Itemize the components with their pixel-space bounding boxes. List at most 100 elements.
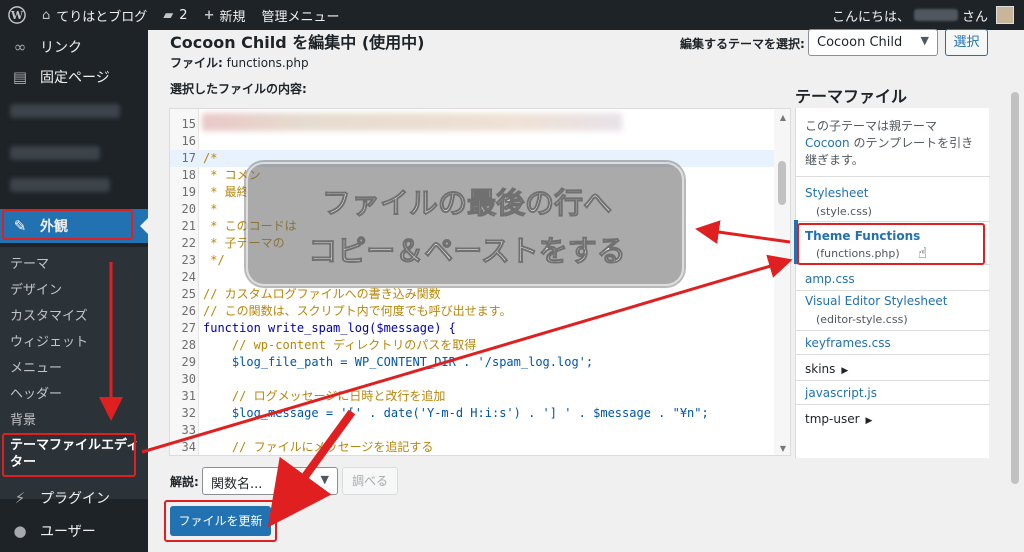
svg-text:W: W <box>10 9 24 22</box>
documentation-label: 解説: <box>170 475 199 489</box>
highlight-appearance <box>2 209 133 240</box>
scroll-down-icon[interactable]: ▼ <box>780 444 786 453</box>
folder-tmp-user[interactable]: tmp-user ▶ <box>805 412 872 426</box>
file-amp-css[interactable]: amp.css <box>805 272 855 286</box>
admin-menu-link[interactable]: 管理メニュー <box>253 0 347 30</box>
highlight-theme-functions <box>797 223 985 265</box>
code-line[interactable]: 25 // カスタムログファイルへの書き込み関数 <box>170 286 776 303</box>
theme-select[interactable]: Cocoon Child ▼ <box>808 29 938 56</box>
code-text: // ログメッセージに日時と改行を追加 <box>203 389 446 403</box>
page-title: Cocoon Child を編集中 (使用中) <box>170 33 425 52</box>
line-number: 34 <box>181 440 196 454</box>
sidebar-item-label: 固定ページ <box>40 70 110 86</box>
file-name: functions.php <box>226 56 309 70</box>
line-number: 24 <box>181 270 196 284</box>
comments-link[interactable]: ▰ 2 <box>155 0 195 30</box>
blurred-menu-item <box>10 178 110 192</box>
expand-triangle-icon: ▶ <box>841 366 849 376</box>
submenu-header[interactable]: ヘッダー <box>10 383 62 402</box>
comment-icon: ▰ <box>163 7 174 23</box>
parent-theme-link[interactable]: Cocoon <box>805 136 850 150</box>
code-line[interactable]: 27 function write_spam_log($message) { <box>170 320 776 337</box>
line-number: 21 <box>181 219 196 233</box>
file-stylesheet[interactable]: Stylesheet <box>805 186 868 200</box>
code-line[interactable]: 34 // ファイルにメッセージを追記する <box>170 439 776 455</box>
submenu-design[interactable]: デザイン <box>10 279 62 298</box>
code-line[interactable]: 26 // この関数は、スクリプト内で何度でも呼び出せます。 <box>170 303 776 320</box>
code-text: */ <box>203 253 225 267</box>
site-name-link[interactable]: ⌂ てりはとブログ <box>34 0 155 30</box>
code-text: * 最終 <box>203 185 249 199</box>
line-number: 20 <box>181 202 196 216</box>
editor-scroll-thumb[interactable] <box>778 161 786 205</box>
submenu-menus[interactable]: メニュー <box>10 357 62 376</box>
site-name: てりはとブログ <box>56 9 148 25</box>
blurred-menu-item <box>10 104 120 118</box>
line-number: 15 <box>181 117 196 131</box>
sidebar-item-pages[interactable]: ▤ 固定ページ <box>0 60 148 94</box>
scroll-up-icon[interactable]: ▲ <box>780 113 786 122</box>
sidebar-item-plugins[interactable]: ⚡ プラグイン <box>0 481 148 515</box>
wordpress-logo-icon[interactable]: W <box>0 0 34 30</box>
code-text: // この関数は、スクリプト内で何度でも呼び出せます。 <box>203 304 512 318</box>
code-text: $log_message = '[' . date('Y-m-d H:i:s')… <box>203 406 709 420</box>
plus-icon: + <box>203 7 215 23</box>
code-line[interactable]: 30 <box>170 371 776 388</box>
divider <box>796 330 990 331</box>
file-editor-style[interactable]: Visual Editor Stylesheet <box>805 294 947 308</box>
editor-scrollbar[interactable]: ▲ ▼ <box>774 109 790 455</box>
code-line[interactable]: 33 <box>170 422 776 439</box>
divider <box>796 290 990 291</box>
file-stylesheet-sub: (style.css) <box>816 205 872 218</box>
username-blurred <box>913 9 958 21</box>
code-line[interactable]: 15 <box>170 116 776 133</box>
submenu-background[interactable]: 背景 <box>10 409 36 428</box>
file-keyframes-css[interactable]: keyframes.css <box>805 336 891 350</box>
page-icon: ▤ <box>12 68 28 86</box>
my-account[interactable]: こんにちは、 さん <box>832 6 1024 25</box>
submenu-widgets[interactable]: ウィジェット <box>10 331 88 350</box>
code-line[interactable]: 31 // ログメッセージに日時と改行を追加 <box>170 388 776 405</box>
code-line[interactable]: 32 $log_message = '[' . date('Y-m-d H:i:… <box>170 405 776 422</box>
theme-select-label: 編集するテーマを選択: <box>680 37 805 51</box>
lookup-button[interactable]: 調べる <box>342 467 398 495</box>
new-content-link[interactable]: + 新規 <box>196 0 254 30</box>
code-text: // ファイルにメッセージを追記する <box>203 440 434 454</box>
home-icon: ⌂ <box>42 7 51 23</box>
sidebar-item-users[interactable]: ● ユーザー <box>0 514 148 548</box>
function-name-select[interactable]: 関数名... ▼ <box>202 467 338 495</box>
hand-cursor-icon: ☝ <box>918 244 928 262</box>
theme-files-panel: この子テーマは親テーマ Cocoon のテンプレートを引き継ぎます。 Style… <box>794 108 990 458</box>
divider <box>796 176 990 177</box>
admin-bar: W ⌂ てりはとブログ ▰ 2 + 新規 管理メニュー こんにちは、 さん <box>0 0 1024 30</box>
folder-skins-label: skins <box>805 362 836 376</box>
code-line[interactable]: 16 <box>170 133 776 150</box>
submenu-themes[interactable]: テーマ <box>10 253 49 272</box>
plugin-icon: ⚡ <box>14 489 26 507</box>
sidebar-item-links[interactable]: ∞ リンク <box>0 30 148 64</box>
comments-count: 2 <box>179 7 188 23</box>
line-number: 29 <box>181 355 196 369</box>
theme-files-heading: テーマファイル <box>795 87 908 106</box>
file-javascript-js[interactable]: javascript.js <box>805 386 877 400</box>
divider <box>796 354 990 355</box>
line-number: 22 <box>181 236 196 250</box>
chevron-down-icon: ▼ <box>920 34 929 47</box>
code-line[interactable]: 28 // wp-content ディレクトリのパスを取得 <box>170 337 776 354</box>
annotation-line-2: コピー＆ペーストをする <box>308 234 627 269</box>
avatar <box>996 6 1014 24</box>
submenu-customize[interactable]: カスタマイズ <box>10 305 88 324</box>
folder-skins[interactable]: skins ▶ <box>805 362 848 376</box>
new-label: 新規 <box>219 9 246 25</box>
sidebar-item-label: プラグイン <box>40 491 110 507</box>
divider <box>796 380 990 381</box>
function-name-placeholder: 関数名... <box>211 477 263 492</box>
user-icon: ● <box>13 522 27 540</box>
page-scrollbar[interactable] <box>1011 92 1019 484</box>
current-menu-arrow <box>140 218 148 234</box>
file-editor-style-sub: (editor-style.css) <box>816 313 908 326</box>
code-line[interactable]: 29 $log_file_path = WP_CONTENT_DIR . '/s… <box>170 354 776 371</box>
line-number: 25 <box>181 287 196 301</box>
theme-files-description: この子テーマは親テーマ Cocoon のテンプレートを引き継ぎます。 <box>805 118 981 169</box>
select-theme-button[interactable]: 選択 <box>945 29 988 56</box>
